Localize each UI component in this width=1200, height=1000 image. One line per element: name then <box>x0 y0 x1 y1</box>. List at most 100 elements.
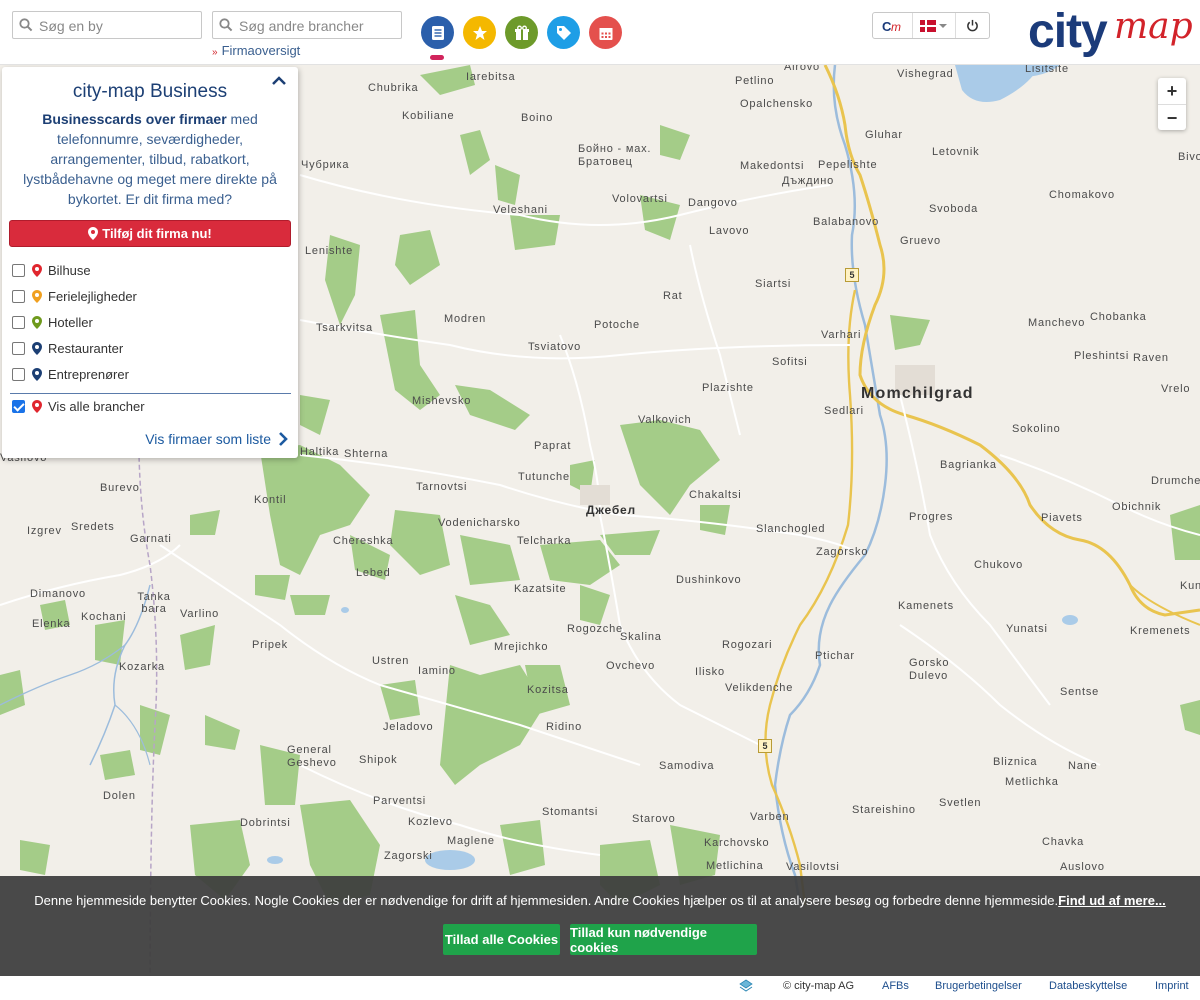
place-label: Shterna <box>344 448 389 460</box>
firmaoversigt-link[interactable]: » Firmaoversigt <box>212 43 300 58</box>
place-label: Kozarka <box>119 661 165 673</box>
zoom-out-button[interactable]: − <box>1158 105 1186 131</box>
place-label: Veleshani <box>493 204 548 216</box>
category-row-hoteller[interactable]: Hoteller <box>12 312 93 332</box>
accept-necessary-cookies-button[interactable]: Tillad kun nødvendige cookies <box>570 924 757 955</box>
category-sights-button[interactable] <box>463 16 496 49</box>
place-label: Rogozche <box>567 623 623 635</box>
place-label: Kozlevo <box>408 816 453 828</box>
citymap-mini-button[interactable]: Cm <box>873 13 914 38</box>
place-label: Shipok <box>359 754 398 766</box>
place-label: Svetlen <box>939 797 982 809</box>
place-label: Kozitsa <box>527 684 569 696</box>
category-calendar-button[interactable] <box>589 16 622 49</box>
place-label: Rat <box>663 290 683 302</box>
category-row-ferielejligheder[interactable]: Ferielejligheder <box>12 286 137 306</box>
show-as-list-link[interactable]: Vis firmaer som liste <box>145 431 288 447</box>
citymap-logo[interactable]: city map <box>1028 4 1193 60</box>
branch-search-input[interactable] <box>237 15 401 37</box>
calendar-icon <box>599 27 612 40</box>
danish-flag-icon <box>920 19 937 32</box>
place-label: Братовец <box>578 156 633 168</box>
place-label: Tanka bara <box>137 591 171 615</box>
toolbar-group: Cm <box>872 12 990 39</box>
place-label: Karchovsko <box>704 837 770 849</box>
place-label: Izgrev <box>27 525 62 537</box>
cookie-more-link[interactable]: Find ud af mere... <box>1058 893 1166 908</box>
place-label: Pepelishte <box>818 159 878 171</box>
panel-description-bold: Businesscards over firmaer <box>42 111 227 127</box>
place-label: Modren <box>444 313 487 325</box>
place-label: Tsviatovo <box>528 341 582 353</box>
zoom-in-button[interactable]: + <box>1158 78 1186 105</box>
place-label: General Geshevo <box>287 744 337 769</box>
place-label: Ovchevo <box>606 660 656 672</box>
category-row-show-all[interactable]: Vis alle brancher <box>12 396 145 416</box>
footer-link-imprint[interactable]: Imprint <box>1155 980 1189 992</box>
place-label: Дъждино <box>782 175 835 187</box>
power-button[interactable] <box>956 13 989 38</box>
place-label: Gruevo <box>900 235 941 247</box>
place-label: Kobiliane <box>402 110 455 122</box>
footer-link-terms[interactable]: Brugerbetingelser <box>935 980 1022 992</box>
place-label: Chakaltsi <box>689 489 742 501</box>
checkbox[interactable] <box>12 289 25 303</box>
place-label: Dangovo <box>688 197 738 209</box>
star-icon <box>472 25 487 40</box>
language-select[interactable] <box>913 13 956 38</box>
footer: © city-map AG AFBs Brugerbetingelser Dat… <box>0 976 1200 1000</box>
category-offers-button[interactable] <box>547 16 580 49</box>
layers-icon[interactable] <box>739 979 753 993</box>
place-label: Valkovich <box>638 414 692 426</box>
place-label-town: Momchilgrad <box>861 385 974 402</box>
place-label: Metlichina <box>706 860 764 872</box>
category-label: Vis alle brancher <box>48 398 145 414</box>
place-label: Petlino <box>735 75 775 87</box>
city-search-box[interactable] <box>12 11 202 39</box>
place-label: Telcharka <box>517 535 572 547</box>
place-label: Dimanovo <box>30 588 86 600</box>
category-label: Restauranter <box>48 340 124 356</box>
branch-search-box[interactable] <box>212 11 402 39</box>
power-icon <box>966 19 978 32</box>
category-row-restauranter[interactable]: Restauranter <box>12 338 123 358</box>
place-label: Kremenets <box>1130 625 1191 637</box>
place-label: Auslovo <box>1060 861 1105 873</box>
place-label: Maglene <box>447 835 495 847</box>
place-label: Ridino <box>546 721 582 733</box>
logo-map-text: map <box>1114 6 1193 47</box>
place-label: Makedontsi <box>740 160 805 172</box>
map-pin-icon <box>32 341 42 355</box>
place-label: Kazatsite <box>514 583 567 595</box>
svg-text:m: m <box>891 20 901 33</box>
category-businesscards-button[interactable] <box>421 16 454 49</box>
accept-all-cookies-button[interactable]: Tillad alle Cookies <box>443 924 560 955</box>
place-label: Sokolino <box>1012 423 1061 435</box>
checkbox-checked[interactable] <box>12 399 25 413</box>
checkbox[interactable] <box>12 367 25 381</box>
place-label: Pripek <box>252 639 288 651</box>
footer-link-privacy[interactable]: Databeskyttelse <box>1049 980 1127 992</box>
checkbox[interactable] <box>12 263 25 277</box>
place-label: Iamino <box>418 665 456 677</box>
place-label: Zagorski <box>384 850 433 862</box>
place-label: Yunatsi <box>1006 623 1048 635</box>
copyright: © city-map AG <box>783 980 855 992</box>
add-company-button[interactable]: Tilføj dit firma nu! <box>9 220 291 247</box>
category-row-entreprenorer[interactable]: Entreprenører <box>12 364 129 384</box>
category-row-bilhuse[interactable]: Bilhuse <box>12 260 91 280</box>
place-label: Sentse <box>1060 686 1100 698</box>
place-label: Vasilovtsi <box>786 861 840 873</box>
category-events-button[interactable] <box>505 16 538 49</box>
search-icon <box>19 18 33 32</box>
search-icon <box>219 18 233 32</box>
place-label: Gluhar <box>865 129 903 141</box>
city-search-input[interactable] <box>37 15 201 37</box>
checkbox[interactable] <box>12 315 25 329</box>
road-shield: 5 <box>845 268 859 282</box>
checkbox[interactable] <box>12 341 25 355</box>
footer-link-afbs[interactable]: AFBs <box>882 980 909 992</box>
active-category-indicator <box>430 55 444 60</box>
place-label: Obichnik <box>1112 501 1162 513</box>
place-label: Iarebitsa <box>466 71 516 83</box>
